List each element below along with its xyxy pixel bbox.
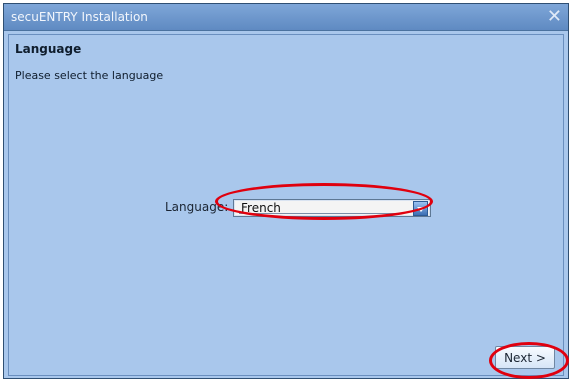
language-label: Language: (165, 200, 229, 214)
focus-underline (239, 213, 402, 214)
content-panel: Language Please select the language Lang… (8, 34, 564, 376)
page-subtitle: Please select the language (15, 69, 164, 82)
language-select[interactable]: French (233, 199, 431, 217)
title-bar: secuENTRY Installation ✕ (4, 4, 568, 31)
window-title: secuENTRY Installation (11, 10, 148, 24)
dropdown-button[interactable] (413, 201, 428, 216)
next-button[interactable]: Next > (495, 346, 555, 369)
page-title: Language (15, 42, 82, 56)
header-section: Language Please select the language (9, 35, 563, 93)
installer-window: secuENTRY Installation ✕ Language Please… (3, 3, 569, 379)
chevron-down-icon (417, 207, 425, 212)
close-icon[interactable]: ✕ (547, 6, 562, 27)
